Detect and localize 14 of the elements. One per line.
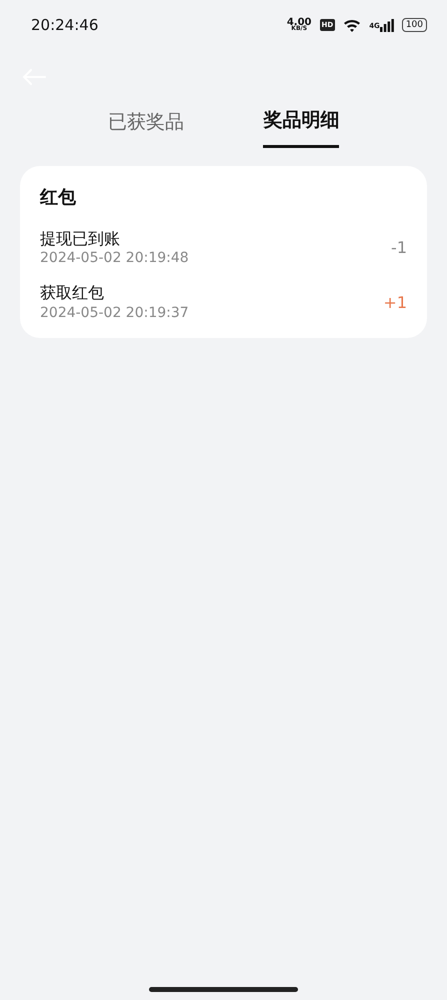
tab[interactable]: 已获奖品 [108,106,184,148]
status-time: 20:24:46 [31,14,98,36]
record-time: 2024-05-02 20:19:37 [40,304,189,322]
battery-level: 100 [402,18,427,32]
home-indicator[interactable] [149,987,298,992]
record-amount: +1 [383,292,407,314]
signal-icon [380,18,394,32]
record-amount: -1 [391,236,407,259]
record-title: 提现已到账 [40,228,121,250]
card-title: 红包 [40,186,77,210]
record-time: 2024-05-02 20:19:48 [40,249,189,268]
record-title: 获取红包 [40,283,105,304]
tab[interactable]: 奖品明细 [263,106,340,148]
wifi-icon [343,18,362,32]
